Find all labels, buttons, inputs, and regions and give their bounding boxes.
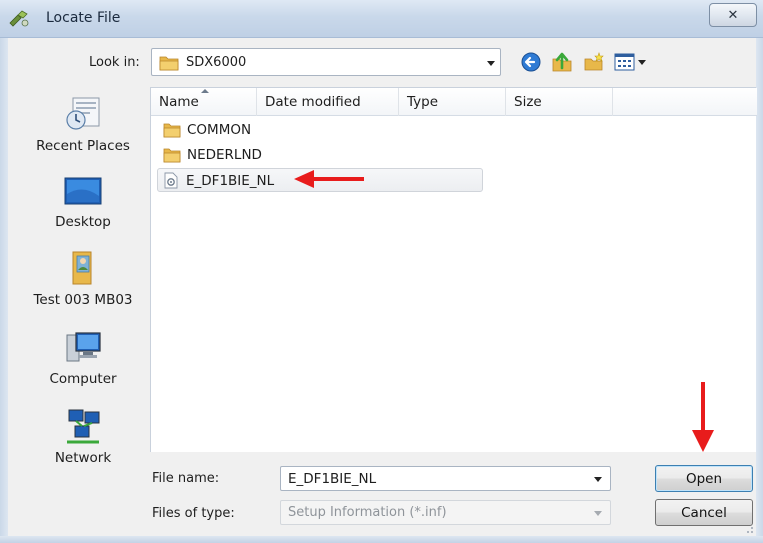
resize-grip-icon[interactable] — [744, 524, 754, 534]
place-recent-places[interactable]: Recent Places — [18, 94, 148, 154]
setup-information-file-icon — [163, 172, 179, 193]
file-name-input[interactable]: E_DF1BIE_NL — [280, 466, 611, 491]
cancel-button[interactable]: Cancel — [655, 499, 753, 526]
close-icon: ✕ — [727, 7, 739, 23]
window-frame-bottom — [0, 536, 763, 543]
look-in-value: SDX6000 — [186, 55, 247, 70]
computer-icon — [66, 332, 101, 362]
up-folder-icon[interactable] — [551, 51, 575, 73]
annotation-arrow-left — [294, 170, 364, 188]
look-in-label: Look in: — [89, 55, 140, 70]
folder-icon — [163, 146, 181, 167]
file-name-label: File name: — [152, 471, 220, 486]
look-in-dropdown[interactable]: SDX6000 — [151, 48, 501, 76]
places-bar: Recent Places Desktop Test 003 MB03 Comp… — [18, 84, 148, 474]
file-type-value: Setup Information (*.inf) — [288, 505, 447, 520]
open-button[interactable]: Open — [655, 465, 753, 492]
file-type-dropdown: Setup Information (*.inf) — [280, 500, 611, 525]
folder-icon — [163, 121, 181, 142]
window-title: Locate File — [46, 10, 121, 26]
column-header: Name Date modified Type Size — [151, 88, 757, 116]
chevron-down-icon — [594, 511, 602, 516]
file-list[interactable]: Name Date modified Type Size COMMON NEDE… — [150, 87, 757, 452]
place-test-003-mb03[interactable]: Test 003 MB03 — [18, 248, 148, 308]
close-button[interactable]: ✕ — [709, 3, 757, 27]
file-name: COMMON — [187, 122, 252, 138]
place-label: Desktop — [55, 214, 111, 230]
sort-ascending-icon — [201, 89, 209, 93]
chevron-down-icon[interactable] — [594, 477, 602, 482]
place-label: Computer — [49, 371, 117, 387]
views-menu-icon[interactable] — [614, 51, 650, 73]
place-computer[interactable]: Computer — [18, 327, 148, 387]
column-date-modified[interactable]: Date modified — [257, 88, 399, 116]
column-type[interactable]: Type — [399, 88, 506, 116]
file-type-label: Files of type: — [152, 506, 235, 521]
back-icon[interactable] — [520, 51, 544, 73]
file-row-common[interactable]: COMMON — [159, 118, 481, 142]
file-name: NEDERLND — [187, 147, 262, 163]
user-folder-icon — [72, 251, 92, 285]
app-icon — [8, 9, 30, 29]
column-size[interactable]: Size — [506, 88, 613, 116]
folder-icon — [159, 54, 179, 75]
window-frame-left — [0, 38, 8, 543]
window-frame-right — [756, 38, 763, 543]
place-label: Test 003 MB03 — [33, 292, 133, 308]
desktop-icon — [64, 177, 102, 205]
chevron-down-icon[interactable] — [487, 61, 495, 66]
recent-places-icon — [66, 97, 100, 130]
file-row-nederlnd[interactable]: NEDERLND — [159, 143, 481, 167]
title-bar[interactable]: Locate File ✕ — [0, 0, 763, 38]
network-icon — [67, 409, 100, 444]
file-name-value: E_DF1BIE_NL — [288, 471, 377, 487]
new-folder-icon[interactable] — [583, 51, 607, 73]
place-network[interactable]: Network — [18, 406, 148, 466]
annotation-arrow-down — [692, 382, 714, 452]
place-label: Recent Places — [36, 138, 130, 154]
place-label: Network — [54, 450, 112, 466]
column-name[interactable]: Name — [151, 88, 257, 116]
file-name: E_DF1BIE_NL — [186, 173, 275, 189]
place-desktop[interactable]: Desktop — [18, 174, 148, 230]
